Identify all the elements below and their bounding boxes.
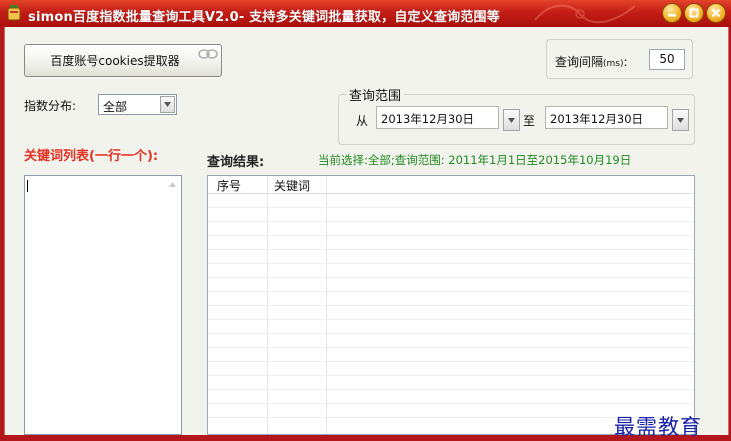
maximize-button[interactable] [684,3,704,23]
results-label: 查询结果: [207,155,265,170]
main-panel: 百度账号cookies提取器 查询间隔(ms): 50 指数分布: 全部 查询范… [4,27,729,439]
chevron-down-icon [508,118,515,123]
title-bar[interactable]: simon百度指数批量查询工具V2.0- 支持多关键词批量获取，自定义查询范围等 [0,0,731,27]
end-date-picker[interactable]: 2013年12月30日 [545,106,689,131]
distribution-selected: 全部 [103,100,128,114]
chevron-down-icon [164,102,171,107]
start-date-dropdown-button[interactable] [503,109,520,131]
grid-row-line [208,235,694,236]
end-date-dropdown-button[interactable] [672,109,689,131]
app-icon [7,5,21,21]
keyword-textarea[interactable] [24,175,182,435]
chevron-down-icon [677,118,684,123]
grid-row-line [208,207,694,208]
cookies-extractor-label: 百度账号cookies提取器 [50,54,180,68]
close-button[interactable] [706,3,726,23]
results-table[interactable]: 序号 关键词 [207,175,695,435]
link-icon [198,49,218,59]
grid-row-line [208,403,694,404]
close-icon [711,8,721,18]
query-range-title: 查询范围 [346,85,405,104]
start-date-value: 2013年12月30日 [381,112,475,126]
range-to-label: 至 [523,114,536,128]
grid-row-line [208,347,694,348]
start-date-picker[interactable]: 2013年12月30日 [376,106,520,131]
grid-row-line [208,319,694,320]
grid-row-line [208,249,694,250]
maximize-icon [689,8,699,18]
grid-row-line [208,263,694,264]
grid-row-line [208,221,694,222]
grid-row-line [208,305,694,306]
interval-group: 查询间隔(ms): 50 [546,39,693,79]
distribution-select[interactable]: 全部 [98,94,177,115]
title-decoration [534,4,636,24]
watermark: 最需教育 [614,415,702,439]
grid-row-line [208,333,694,334]
cookies-extractor-button[interactable]: 百度账号cookies提取器 [24,44,222,77]
minimize-button[interactable] [662,3,682,23]
interval-unit: (ms) [603,59,624,69]
grid-row-line [208,277,694,278]
end-date-value: 2013年12月30日 [550,112,644,126]
keyword-list-label: 关键词列表(一行一个): [24,149,159,164]
grid-row-line [208,361,694,362]
interval-label: 查询间隔(ms): [555,55,628,69]
header-divider [208,193,694,194]
range-from-label: 从 [356,114,369,128]
grid-row-line [208,291,694,292]
grid-row-line [208,389,694,390]
column-header-keyword[interactable]: 关键词 [274,177,310,194]
grid-row-line [208,375,694,376]
minimize-icon [668,14,676,17]
column-header-index[interactable]: 序号 [217,177,241,194]
text-caret [27,180,28,192]
results-status: 当前选择:全部;查询范围: 2011年1月1日至2015年10月19日 [318,153,632,167]
window-title: simon百度指数批量查询工具V2.0- 支持多关键词批量获取，自定义查询范围等 [28,10,500,25]
distribution-dropdown-button[interactable] [160,96,175,113]
distribution-label: 指数分布: [24,99,77,113]
interval-input[interactable]: 50 [649,49,685,70]
scroll-up-icon[interactable] [169,182,176,187]
